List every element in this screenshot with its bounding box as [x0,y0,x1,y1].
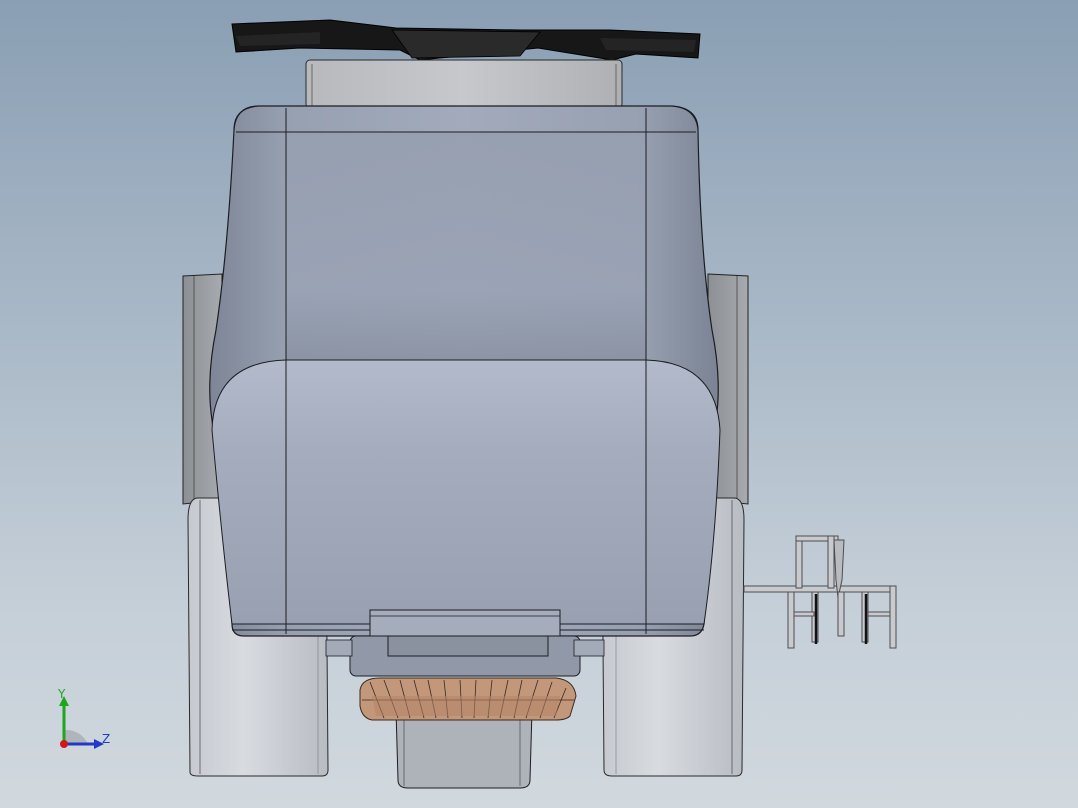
y-axis-label: Y [58,687,66,701]
3d-model-viewport[interactable]: Y Z [0,0,1078,808]
floor-scrubber-model[interactable] [0,0,1078,808]
squeegee-frame [743,535,897,649]
z-axis-label: Z [102,732,111,746]
scrub-brush [359,677,577,721]
seat-top [231,19,701,61]
rear-tank [305,59,623,109]
coordinate-triad: Y Z [52,686,122,756]
front-wheel [395,709,533,789]
main-body [209,105,721,637]
